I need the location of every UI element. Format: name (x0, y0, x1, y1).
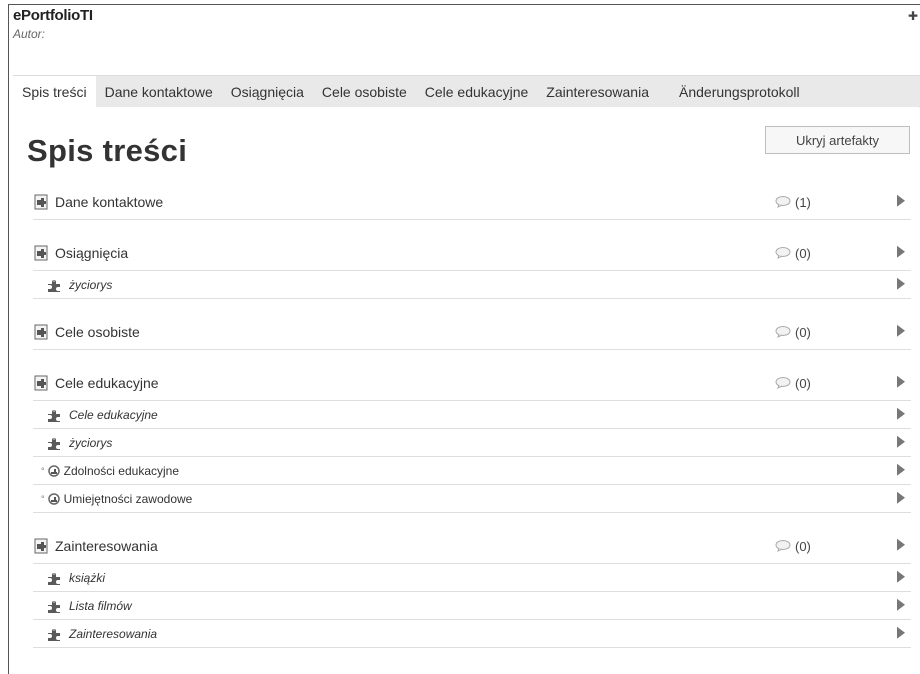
toc-item-row[interactable]: książki (33, 564, 911, 592)
toc-section: Osiągnięcia (0) życiorys (33, 236, 911, 299)
play-arrow-icon[interactable] (897, 277, 905, 290)
content-panel: Spis treści Ukryj artefakty Dane kontakt… (13, 107, 919, 674)
item-label: Cele edukacyjne (69, 407, 158, 422)
puzzle-icon (48, 409, 60, 422)
page-puzzle-icon (34, 245, 48, 261)
play-arrow-icon[interactable] (897, 538, 905, 551)
puzzle-icon (48, 600, 60, 613)
tab-spis-tresci[interactable]: Spis treści (13, 76, 96, 108)
comments-count: (0) (795, 375, 811, 391)
tab-osiagniecia[interactable]: Osiągnięcia (222, 76, 313, 108)
toc-section-row[interactable]: Zainteresowania (0) (33, 529, 911, 564)
item-label: Umiejętności zawodowe (63, 491, 193, 506)
play-arrow-icon[interactable] (897, 245, 905, 258)
comments-count: (0) (795, 324, 811, 340)
play-arrow-icon[interactable] (897, 626, 905, 639)
toc-section: Cele osobiste (0) (33, 315, 911, 350)
page-puzzle-icon (34, 538, 48, 554)
puzzle-icon (48, 437, 60, 450)
competence-icon (47, 464, 60, 477)
tab-dane-kontaktowe[interactable]: Dane kontaktowe (96, 76, 222, 108)
comments-count: (0) (795, 245, 811, 261)
toc-section-row[interactable]: Dane kontaktowe (1) (33, 185, 911, 220)
item-label: książki (69, 570, 106, 585)
play-arrow-icon[interactable] (897, 463, 905, 476)
comments-count: (0) (795, 538, 811, 554)
item-label: Zdolności edukacyjne (63, 463, 180, 478)
tab-cele-osobiste[interactable]: Cele osobiste (313, 76, 416, 108)
play-arrow-icon[interactable] (897, 375, 905, 388)
toc-item-row[interactable]: ° Zdolności edukacyjne (33, 457, 911, 485)
comments-link[interactable]: (0) (775, 325, 811, 340)
comment-bubble-icon (775, 196, 791, 208)
toc-section-row[interactable]: Cele osobiste (0) (33, 315, 911, 350)
toc-item-row[interactable]: Zainteresowania (33, 620, 911, 648)
item-label: Zainteresowania (69, 626, 158, 641)
comments-count: (1) (795, 194, 811, 210)
comment-bubble-icon (775, 326, 791, 338)
comments-link[interactable]: (0) (775, 246, 811, 261)
app-title: ePortfolioTI (13, 7, 93, 24)
toc-section: Dane kontaktowe (1) (33, 185, 911, 220)
item-label: życiorys (69, 435, 113, 450)
author-label: Autor: (13, 27, 46, 41)
bullet-icon: ° (41, 493, 45, 504)
play-arrow-icon[interactable] (897, 598, 905, 611)
toc-item-row[interactable]: ° Umiejętności zawodowe (33, 485, 911, 513)
page-title: Spis treści (27, 133, 188, 168)
competence-icon (47, 492, 60, 505)
comments-link[interactable]: (0) (775, 376, 811, 391)
comment-bubble-icon (775, 377, 791, 389)
puzzle-icon (48, 279, 60, 292)
comment-bubble-icon (775, 540, 791, 552)
toc-item-row[interactable]: życiorys (33, 271, 911, 299)
tab-cele-edukacyjne[interactable]: Cele edukacyjne (416, 76, 538, 108)
table-of-contents: Dane kontaktowe (1) Osiągnięcia (0) życiorys… (33, 185, 911, 664)
play-arrow-icon[interactable] (897, 435, 905, 448)
toc-section-row[interactable]: Osiągnięcia (0) (33, 236, 911, 271)
puzzle-icon (48, 628, 60, 641)
toc-item-row[interactable]: Lista filmów (33, 592, 911, 620)
page-puzzle-icon (34, 194, 48, 210)
toc-item-row[interactable]: życiorys (33, 429, 911, 457)
hide-artefacts-button[interactable]: Ukryj artefakty (765, 126, 910, 154)
add-icon[interactable]: ✚ (908, 9, 918, 23)
bullet-icon: ° (41, 465, 45, 476)
item-label: Lista filmów (69, 598, 132, 613)
comment-bubble-icon (775, 247, 791, 259)
play-arrow-icon[interactable] (897, 194, 905, 207)
tab-bar: Spis treści Dane kontaktowe Osiągnięcia … (13, 75, 920, 108)
page-puzzle-icon (34, 375, 48, 391)
item-label: życiorys (69, 277, 113, 292)
toc-section: Zainteresowania (0) książki Lista filmów Zai… (33, 529, 911, 648)
play-arrow-icon[interactable] (897, 491, 905, 504)
tab-anderungsprotokoll[interactable]: Änderungsprotokoll (670, 76, 809, 108)
toc-section-row[interactable]: Cele edukacyjne (0) (33, 366, 911, 401)
play-arrow-icon[interactable] (897, 324, 905, 337)
page-puzzle-icon (34, 324, 48, 340)
puzzle-icon (48, 572, 60, 585)
toc-item-row[interactable]: Cele edukacyjne (33, 401, 911, 429)
comments-link[interactable]: (1) (775, 195, 811, 210)
play-arrow-icon[interactable] (897, 407, 905, 420)
toc-section: Cele edukacyjne (0) Cele edukacyjne życiory… (33, 366, 911, 513)
comments-link[interactable]: (0) (775, 539, 811, 554)
play-arrow-icon[interactable] (897, 570, 905, 583)
portfolio-window: ePortfolioTI Autor: ✚ Spis treści Dane k… (8, 4, 920, 674)
tab-zainteresowania[interactable]: Zainteresowania (537, 76, 658, 108)
